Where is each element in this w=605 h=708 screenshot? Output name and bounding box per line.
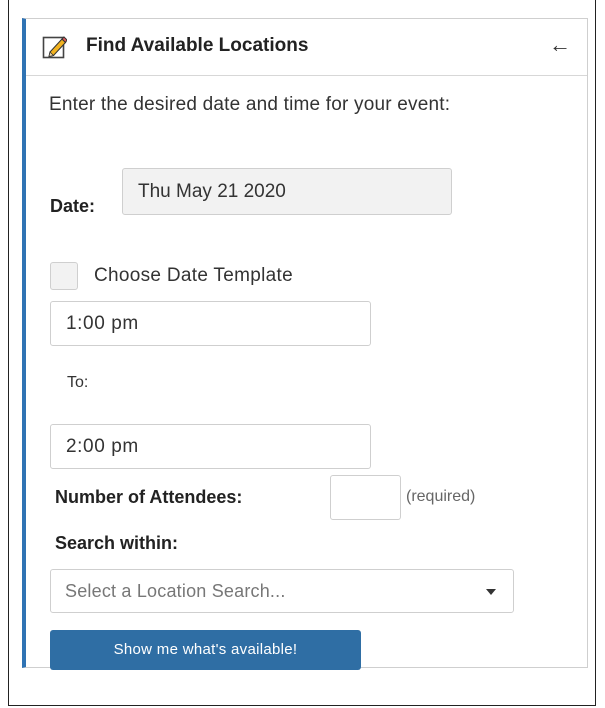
panel-title: Find Available Locations xyxy=(86,35,309,56)
find-locations-panel: Find Available Locations ← Enter the des… xyxy=(22,18,588,670)
instructions-text: Enter the desired date and time for your… xyxy=(49,94,451,115)
panel-header: Find Available Locations ← xyxy=(26,19,587,76)
date-field[interactable]: Thu May 21 2020 xyxy=(122,168,452,215)
to-label: To: xyxy=(67,374,89,391)
required-note: (required) xyxy=(406,488,476,505)
location-search-placeholder: Select a Location Search... xyxy=(65,581,286,601)
left-arrow-icon[interactable]: ← xyxy=(549,33,571,57)
date-label: Date: xyxy=(50,196,96,216)
pencil-icon xyxy=(42,36,67,59)
search-within-label: Search within: xyxy=(55,533,179,553)
caret-down-icon xyxy=(486,589,496,595)
attendees-label: Number of Attendees: xyxy=(55,487,243,507)
date-template-label[interactable]: Choose Date Template xyxy=(94,265,293,287)
date-template-checkbox[interactable] xyxy=(50,262,78,290)
show-available-button[interactable]: Show me what's available! xyxy=(50,630,361,670)
start-time-input[interactable]: 1:00 pm xyxy=(50,301,371,346)
attendees-input[interactable] xyxy=(330,475,401,520)
location-search-select[interactable]: Select a Location Search... xyxy=(50,569,514,613)
end-time-input[interactable]: 2:00 pm xyxy=(50,424,371,469)
